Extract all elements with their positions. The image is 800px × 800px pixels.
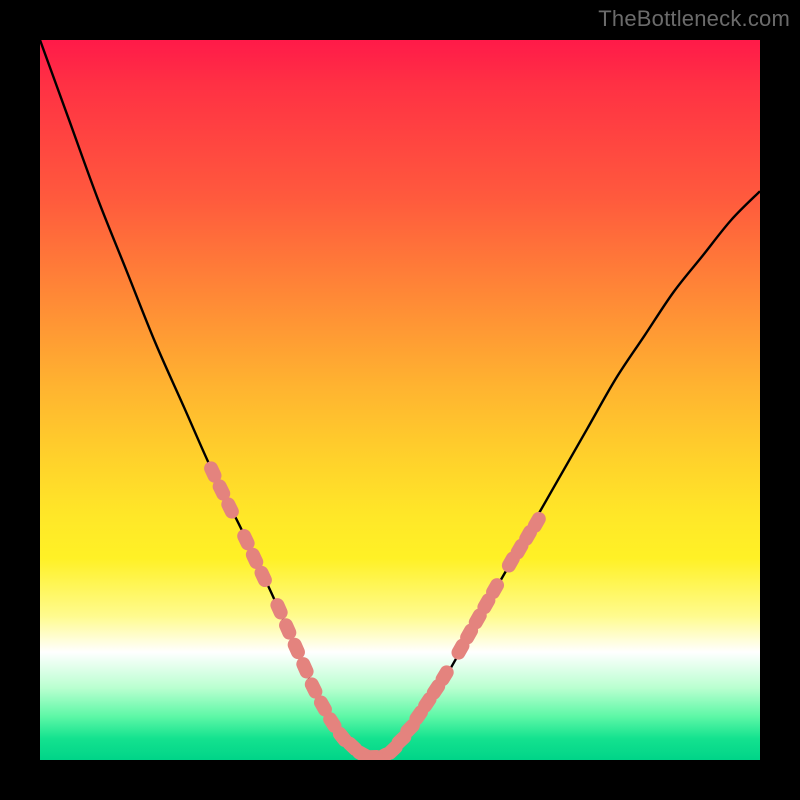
chart-frame: TheBottleneck.com <box>0 0 800 800</box>
data-marker <box>268 596 290 622</box>
plot-area <box>40 40 760 760</box>
chart-svg <box>40 40 760 760</box>
watermark-text: TheBottleneck.com <box>598 6 790 32</box>
bottleneck-curve <box>40 40 760 757</box>
data-markers <box>202 459 549 760</box>
